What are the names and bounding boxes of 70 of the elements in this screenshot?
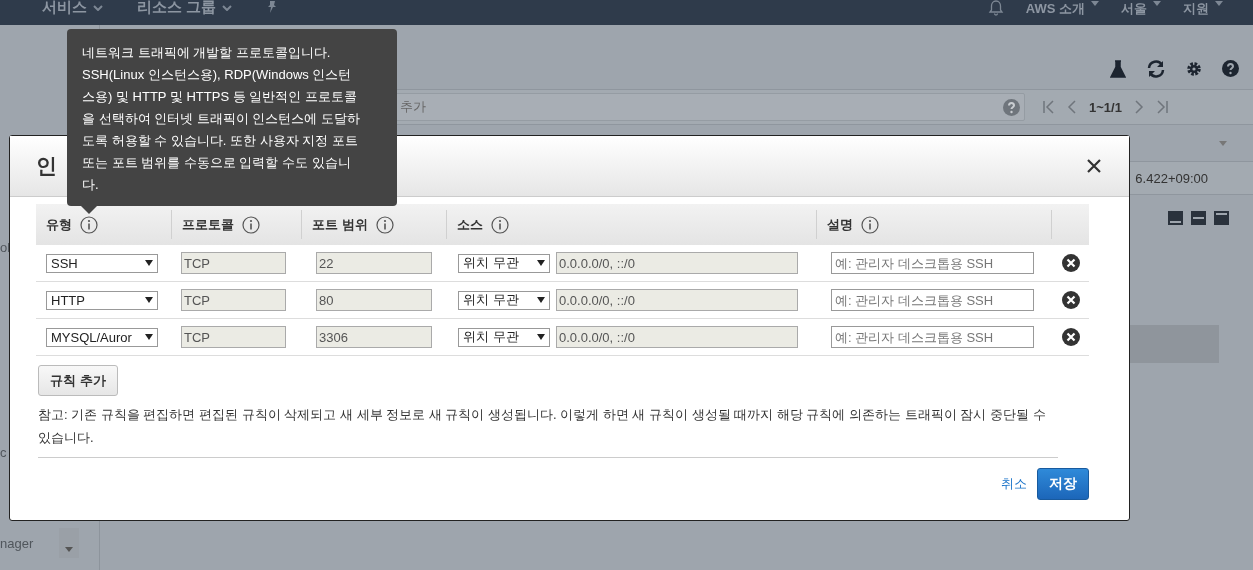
caret-icon (145, 260, 153, 266)
search-text: 추가 (400, 98, 426, 116)
port-range-field[interactable]: 22 (316, 252, 432, 274)
source-select[interactable]: 위치 무관 (458, 327, 550, 347)
caret-icon (537, 334, 545, 340)
nav-menu[interactable]: 리소스 그룹 (137, 0, 233, 17)
pagination-text: 1~1/1 (1089, 99, 1122, 115)
protocol-field[interactable]: TCP (181, 252, 286, 274)
caret-icon (1215, 1, 1223, 6)
remove-icon[interactable] (1062, 328, 1080, 346)
info-icon[interactable] (861, 215, 879, 234)
column-header: 포트 범위 (312, 215, 368, 234)
cidr-field[interactable]: 0.0.0.0/0, ::/0 (556, 326, 798, 348)
nav-menu[interactable]: 서울 (1121, 0, 1161, 18)
column-header: 설명 (827, 215, 853, 234)
info-icon[interactable] (80, 215, 98, 234)
refresh-icon[interactable] (1146, 59, 1166, 78)
source-select[interactable]: 위치 무관 (458, 253, 550, 273)
description-field[interactable]: 예: 관리자 데스크톱용 SSH (831, 252, 1034, 274)
type-select[interactable]: HTTP (46, 290, 158, 310)
help-icon[interactable] (1222, 60, 1239, 77)
cancel-link[interactable]: 취소 (1001, 475, 1027, 493)
column-header: 프로토콜 (182, 215, 234, 234)
remove-icon[interactable] (1062, 254, 1080, 272)
source-select[interactable]: 위치 무관 (458, 290, 550, 310)
sidebar-item[interactable]: ol (0, 240, 11, 255)
tooltip-text: 네트워크 트래픽에 개발할 프로토콜입니다. SSH(Linux 인스턴스용), RDP(Windows 인스턴 스용) 및 HTTP 및 HTTPS 등 일반적인 프로토콜 을 선택하여 인터넷 트래픽이 인스턴스에 도달하 도록 허용할 수 있습니다. 또한 사용자 지정 포트 또는 포트 범위를 수동으로 입력할 수도 있습니 다. (82, 44, 362, 194)
info-icon[interactable] (375, 215, 394, 234)
column-header: 유형 (46, 215, 72, 234)
caret-icon (93, 4, 103, 11)
caret-icon (537, 260, 545, 266)
type-select[interactable]: SSH (46, 253, 158, 273)
dialog-title: 인 (36, 153, 57, 179)
bell-icon[interactable] (987, 0, 1004, 16)
type-select[interactable]: MYSQL/Auror (46, 327, 158, 347)
save-button[interactable]: 저장 (1037, 468, 1089, 500)
panel-layout-icon[interactable] (1191, 211, 1206, 225)
nav-menu[interactable]: AWS 소개 (1025, 0, 1099, 18)
note-text: 참고: 기존 규칙을 편집하면 편집된 규칙이 삭제되고 새 세부 정보로 새 규칙이 생성됩니다. 이렇게 하면 새 규칙이 생성될 때까지 해당 규칙에 의존하는 트래픽이 잠시 중단될 수 있습니다. (38, 403, 1058, 458)
info-icon[interactable] (242, 215, 260, 234)
add-rule-button[interactable]: 규칙 추가 (38, 365, 118, 396)
nav-menu[interactable]: 서비스 (42, 0, 103, 17)
dropdown-toggle[interactable] (59, 528, 79, 558)
pin-icon[interactable] (266, 0, 279, 13)
nav-menu[interactable]: 지원 (1183, 0, 1223, 18)
protocol-field[interactable]: TCP (181, 289, 286, 311)
description-field[interactable]: 예: 관리자 데스크톱용 SSH (831, 326, 1034, 348)
cidr-field[interactable]: 0.0.0.0/0, ::/0 (556, 252, 798, 274)
info-icon[interactable] (491, 215, 509, 234)
protocol-field[interactable]: TCP (181, 326, 286, 348)
column-header: 소스 (457, 215, 483, 234)
panel-layout-icon[interactable] (1168, 211, 1183, 225)
caret-icon (65, 547, 73, 552)
caret-icon (1091, 1, 1099, 6)
settings-icon[interactable] (1186, 60, 1202, 77)
port-range-field[interactable]: 3306 (316, 326, 432, 348)
caret-icon (1153, 1, 1161, 6)
flask-icon[interactable] (1110, 59, 1126, 78)
caret-icon (222, 4, 233, 11)
remove-icon[interactable] (1062, 291, 1080, 309)
panel-layout-icon[interactable] (1214, 211, 1229, 225)
help-icon[interactable] (1003, 98, 1020, 116)
caret-icon (145, 297, 153, 303)
cidr-field[interactable]: 0.0.0.0/0, ::/0 (556, 289, 798, 311)
table-cell: 6.422+09:00 (1135, 170, 1208, 186)
caret-icon (145, 334, 153, 340)
description-field[interactable]: 예: 관리자 데스크톱용 SSH (831, 289, 1034, 311)
port-range-field[interactable]: 80 (316, 289, 432, 311)
caret-icon (537, 297, 545, 303)
close-icon[interactable] (1087, 159, 1101, 173)
